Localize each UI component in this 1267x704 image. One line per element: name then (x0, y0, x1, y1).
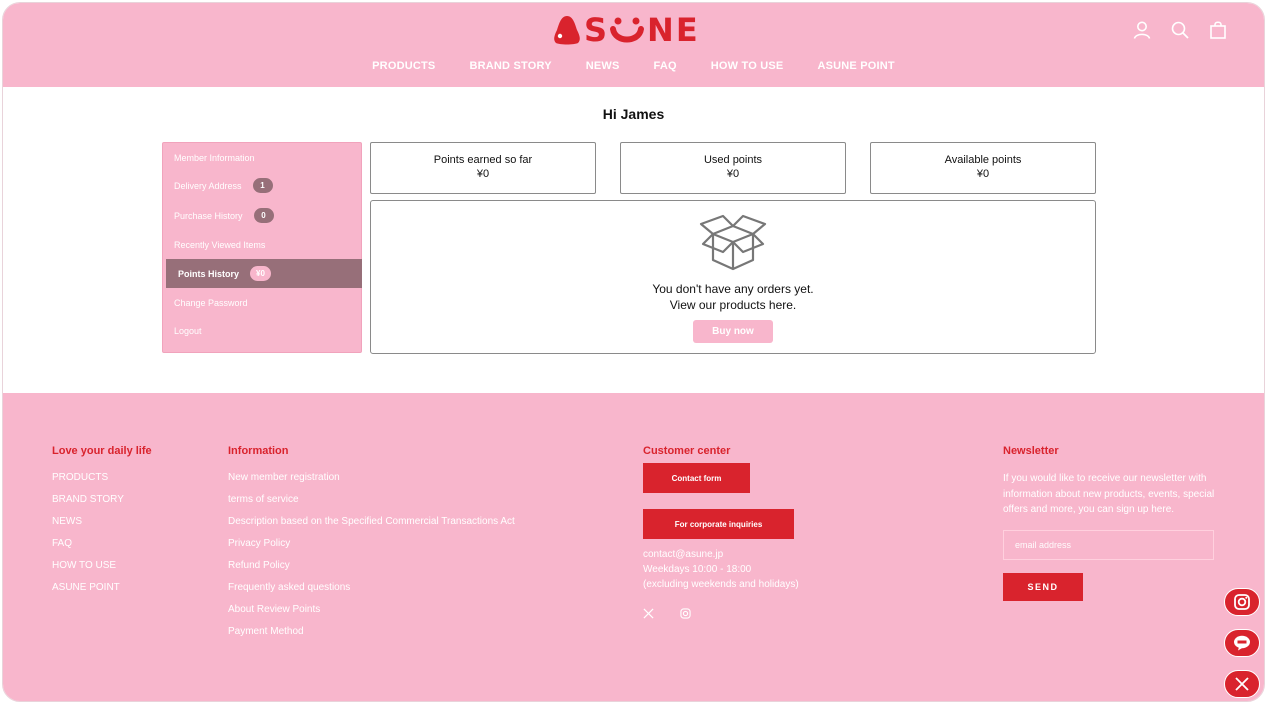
sidebar-item-label: Logout (174, 325, 202, 336)
footer-col-daily-life: Love your daily life PRODUCTS BRAND STOR… (52, 445, 152, 603)
page-title: Hi James (602, 106, 665, 122)
stat-value: ¥0 (476, 168, 490, 180)
footer-col-information: Information New member registration term… (228, 445, 515, 647)
contact-form-button[interactable]: Contact form (643, 463, 750, 493)
newsletter-send-button[interactable]: SEND (1003, 572, 1083, 601)
floating-x-button[interactable] (1224, 670, 1260, 698)
stat-available-points: Available points ¥0 (870, 142, 1096, 194)
footer-link-faq[interactable]: FAQ (52, 537, 152, 550)
stat-points-earned: Points earned so far ¥0 (370, 142, 596, 194)
footer-heading: Information (228, 445, 289, 457)
footer-link-privacy[interactable]: Privacy Policy (228, 537, 515, 550)
empty-message: You don't have any orders yet. (652, 282, 814, 296)
page-frame: S NE PRODUCTS BRAND STORY NEWS FAQ HOW T… (2, 2, 1265, 702)
nav-products[interactable]: PRODUCTS (372, 60, 435, 72)
instagram-icon (1234, 594, 1250, 610)
footer-link-commercial-transactions[interactable]: Description based on the Specified Comme… (228, 515, 515, 528)
newsletter-email-input[interactable] (1003, 529, 1214, 560)
logo-a-mark-icon (554, 16, 580, 45)
buy-now-button[interactable]: Buy now (693, 320, 773, 343)
stat-label: Available points (944, 154, 1022, 166)
nav-asune-point[interactable]: ASUNE POINT (817, 60, 894, 72)
count-badge: 0 (253, 208, 274, 223)
shopping-bag-icon[interactable] (1208, 20, 1228, 40)
footer-link-faq-full[interactable]: Frequently asked questions (228, 581, 515, 594)
nav-news[interactable]: NEWS (586, 60, 620, 72)
footer-link-refund[interactable]: Refund Policy (228, 559, 515, 572)
footer-col-newsletter: Newsletter If you would like to receive … (1003, 445, 1218, 601)
site-footer: Love your daily life PRODUCTS BRAND STOR… (3, 393, 1264, 701)
empty-hint: View our products here. (669, 298, 797, 312)
footer-link-payment[interactable]: Payment Method (228, 625, 515, 638)
nav-how-to-use[interactable]: HOW TO USE (711, 60, 784, 72)
orders-empty-state: You don't have any orders yet. View our … (370, 200, 1096, 354)
sidebar-item-change-password[interactable]: Change Password (163, 288, 361, 317)
footer-link-how-to-use[interactable]: HOW TO USE (52, 559, 152, 572)
sidebar-item-label: Member Information (174, 152, 255, 163)
footer-link-news[interactable]: NEWS (52, 515, 152, 528)
contact-hours-note: (excluding weekends and holidays) (643, 579, 799, 590)
account-sidebar: Member Information Delivery Address 1 Pu… (162, 142, 362, 353)
sidebar-item-member-information[interactable]: Member Information (163, 143, 361, 172)
footer-col-customer-center: Customer center Contact form For corpora… (643, 445, 799, 619)
sidebar-item-logout[interactable]: Logout (163, 316, 361, 345)
sidebar-item-label: Recently Viewed Items (174, 239, 266, 250)
stat-label: Points earned so far (433, 154, 533, 166)
sidebar-item-recently-viewed[interactable]: Recently Viewed Items (163, 230, 361, 259)
sidebar-item-label: Purchase History (174, 210, 243, 221)
stat-value: ¥0 (726, 168, 740, 180)
nav-faq[interactable]: FAQ (654, 60, 677, 72)
logo-smile-icon (610, 17, 645, 43)
newsletter-description: If you would like to receive our newslet… (1003, 473, 1215, 515)
instagram-icon[interactable] (680, 608, 691, 619)
sidebar-item-label: Change Password (174, 297, 248, 308)
open-box-icon (699, 214, 767, 271)
floating-instagram-button[interactable] (1224, 588, 1260, 616)
site-logo[interactable]: S NE (552, 13, 714, 47)
count-badge: 1 (252, 178, 273, 193)
user-icon[interactable] (1132, 20, 1152, 40)
line-icon (1234, 635, 1250, 651)
contact-hours: Weekdays 10:00 - 18:00 (643, 564, 752, 575)
sidebar-item-label: Delivery Address (174, 180, 242, 191)
header-icons (1132, 20, 1228, 40)
site-header: S NE PRODUCTS BRAND STORY NEWS FAQ HOW T… (3, 3, 1264, 87)
footer-heading: Love your daily life (52, 445, 152, 457)
nav-brand-story[interactable]: BRAND STORY (469, 60, 551, 72)
footer-heading: Customer center (643, 445, 731, 457)
footer-link-products[interactable]: PRODUCTS (52, 471, 152, 484)
footer-link-review-points[interactable]: About Review Points (228, 603, 515, 616)
x-icon (1235, 677, 1249, 691)
stat-label: Used points (703, 154, 763, 166)
sidebar-item-label: Points History (178, 268, 240, 279)
contact-email: contact@asune.jp (643, 549, 724, 560)
floating-line-button[interactable] (1224, 629, 1260, 657)
corporate-inquiries-button[interactable]: For corporate inquiries (643, 509, 794, 539)
sidebar-item-delivery-address[interactable]: Delivery Address 1 (163, 171, 361, 200)
footer-social (643, 608, 799, 619)
sidebar-item-purchase-history[interactable]: Purchase History 0 (163, 201, 361, 230)
main-nav: PRODUCTS BRAND STORY NEWS FAQ HOW TO USE… (3, 60, 1264, 72)
footer-link-asune-point[interactable]: ASUNE POINT (52, 581, 152, 594)
x-icon[interactable] (643, 608, 654, 619)
logo-text-s: S (584, 11, 610, 49)
footer-link-brand-story[interactable]: BRAND STORY (52, 493, 152, 506)
stat-value: ¥0 (976, 168, 990, 180)
search-icon[interactable] (1170, 20, 1190, 40)
footer-heading: Newsletter (1003, 445, 1059, 457)
sidebar-item-points-history[interactable]: Points History ¥0 (166, 259, 362, 288)
points-badge: ¥0 (250, 266, 271, 281)
stat-used-points: Used points ¥0 (620, 142, 846, 194)
footer-link-terms[interactable]: terms of service (228, 493, 515, 506)
logo-text-ne: NE (647, 11, 700, 49)
footer-link-member-registration[interactable]: New member registration (228, 471, 515, 484)
